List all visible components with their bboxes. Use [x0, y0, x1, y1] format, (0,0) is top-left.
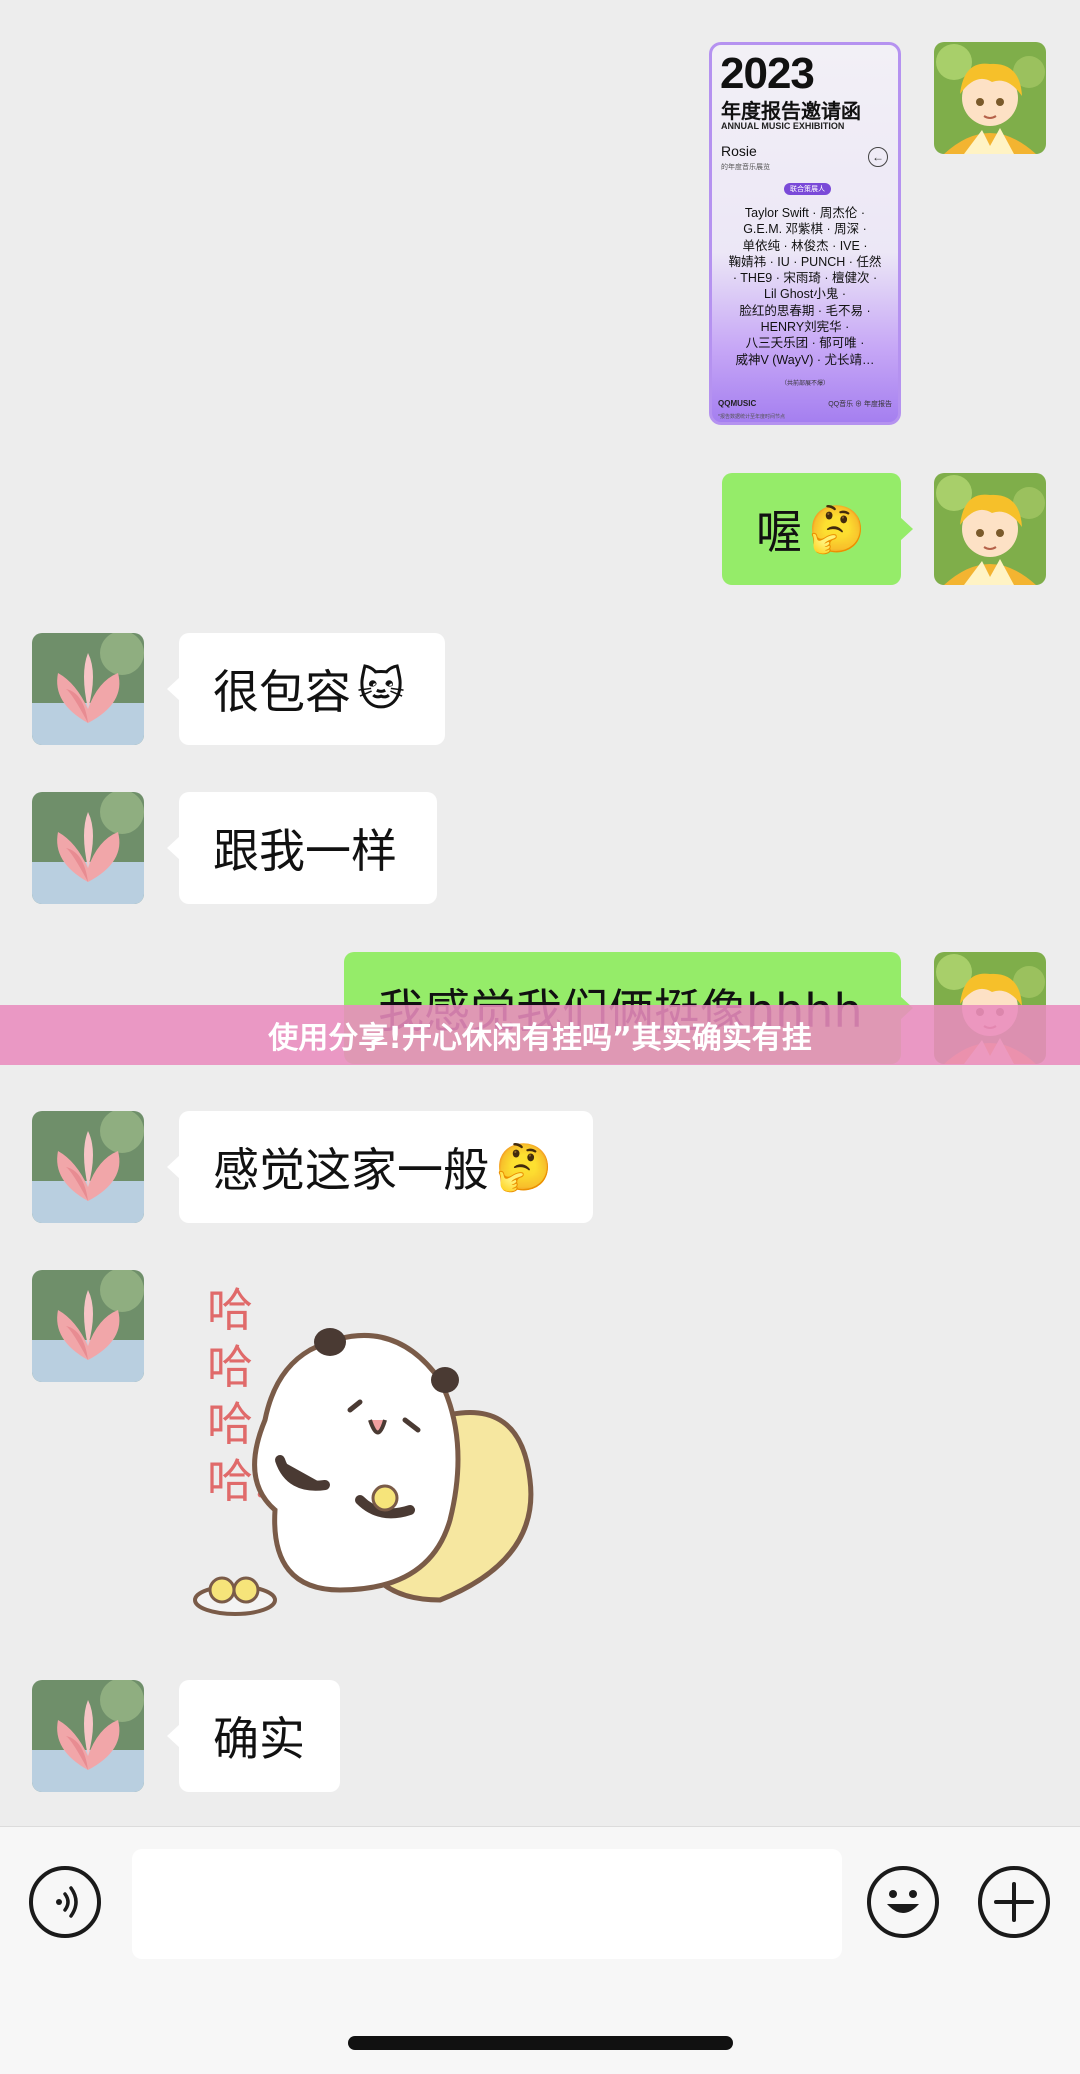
artist-line: HENRY刘宪华 · — [760, 320, 850, 335]
artist-line: 单依纯 · 林俊杰 · IVE · — [742, 238, 868, 253]
artist-line: 鞠婧祎 · IU · PUNCH · 任然 — [728, 254, 882, 269]
card-small-note: （共前部展不爆） — [780, 381, 829, 387]
message-text: 喔 — [756, 505, 802, 559]
thinking-emoji-icon: 🤔 — [495, 1139, 553, 1194]
voice-icon[interactable] — [29, 1866, 101, 1938]
card-tiny-note: *报告数据统计至年度时间节点 — [718, 414, 785, 420]
card-artist-list: Taylor Swift · 周杰伦 · G.E.M. 邓紫棋 · 周深 · 单… — [718, 205, 892, 368]
music-report-card[interactable]: 2023 年度报告邀请函 ANNUAL MUSIC EXHIBITION Ros… — [709, 42, 901, 425]
cat-face-emoji-icon: 🐱 — [357, 662, 405, 716]
card-badge: 联合策展人 — [784, 183, 831, 195]
contact-avatar[interactable] — [32, 1111, 144, 1223]
card-subtitle: ANNUAL MUSIC EXHIBITION — [721, 121, 845, 131]
card-caption: 的年度音乐展览 — [721, 164, 770, 171]
card-name: Rosie — [721, 143, 757, 159]
card-title: 年度报告邀请函 — [721, 101, 861, 123]
artist-line: 威神V (WayV) · 尤长靖… — [735, 352, 875, 367]
message-text: 跟我一样 — [213, 824, 397, 878]
thinking-emoji-icon: 🤔 — [808, 501, 866, 556]
artist-line: G.E.M. 邓紫棋 · 周深 · — [743, 222, 867, 237]
message-input[interactable] — [132, 1849, 842, 1959]
message-bubble-theirs[interactable]: 跟我一样 — [167, 792, 437, 904]
banner-text: 使用分享!开心休闲有挂吗”其实确实有挂 — [268, 1021, 812, 1056]
message-bubble-theirs[interactable]: 很包容 🐱 — [167, 633, 445, 745]
message-bubble-theirs[interactable]: 确实 — [167, 1680, 340, 1792]
plus-icon[interactable] — [978, 1866, 1050, 1938]
artist-line: · THE9 · 宋雨琦 · 檀健次 · — [732, 271, 878, 286]
message-text: 很包容 — [213, 665, 351, 719]
artist-line: Taylor Swift · 周杰伦 · — [744, 206, 866, 220]
contact-avatar[interactable] — [32, 1270, 144, 1382]
artist-line: 八三夭乐团 · 郁可唯 · — [745, 336, 865, 351]
back-arrow-icon: ← — [868, 147, 888, 167]
promo-banner[interactable]: 使用分享!开心休闲有挂吗”其实确实有挂 — [0, 1005, 1080, 1065]
emoji-icon[interactable] — [867, 1866, 939, 1938]
my-avatar[interactable] — [934, 473, 1046, 585]
contact-avatar[interactable] — [32, 633, 144, 745]
artist-line: Lil Ghost小鬼 · — [764, 287, 846, 302]
contact-avatar[interactable] — [32, 1680, 144, 1792]
message-text: 确实 — [213, 1712, 305, 1766]
card-footer-right: QQ音乐 ⊕ 年度报告 — [828, 401, 892, 408]
home-indicator[interactable] — [348, 2036, 733, 2050]
panda-sticker[interactable] — [190, 1270, 550, 1630]
message-text: 感觉这家一般 — [213, 1143, 489, 1197]
message-bubble-mine[interactable]: 喔 🤔 — [722, 473, 913, 585]
card-year: 2023 — [720, 49, 815, 98]
card-footer-brand: QQMUSIC — [718, 399, 757, 408]
my-avatar[interactable] — [934, 42, 1046, 154]
contact-avatar[interactable] — [32, 792, 144, 904]
message-bubble-theirs[interactable]: 感觉这家一般 🤔 — [167, 1111, 593, 1223]
artist-line: 脸红的思春期 · 毛不易 · — [739, 303, 871, 318]
